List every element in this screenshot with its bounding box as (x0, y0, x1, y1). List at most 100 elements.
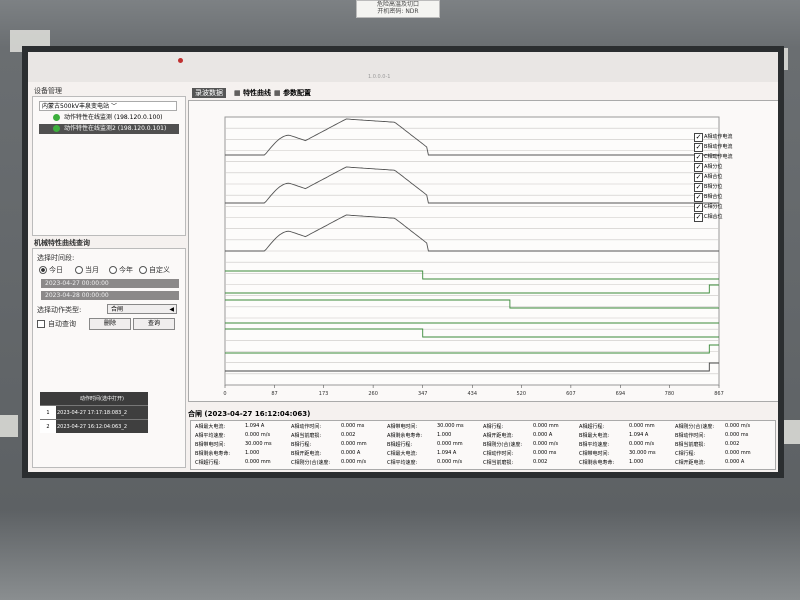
station-dropdown[interactable]: 内蒙古500kV丰泉变电站 ﹀ (39, 101, 177, 111)
x-tick-label: 260 (368, 391, 378, 397)
tape-strip (0, 415, 18, 437)
stat-label: B相当前磨损: (675, 442, 706, 448)
legend-item[interactable]: ✓ A相动作电流 (694, 132, 764, 142)
stat-value: 30.000 ms (629, 450, 656, 456)
query-panel: 选择时间段: 今日 当月 今年 自定义 2023-04-27 00:00:00 … (32, 248, 186, 468)
checkbox-icon[interactable]: ✓ (694, 183, 703, 192)
checkbox-icon[interactable]: ✓ (694, 163, 703, 172)
stat-value: 30.000 ms (437, 423, 464, 429)
table-header: 动作时间(选中打开) (56, 392, 148, 406)
legend-label: A相分位 (704, 164, 723, 170)
radio-today[interactable]: 今日 (39, 265, 63, 275)
stat-label: C相剩余电寿命: (579, 460, 615, 466)
tab-params[interactable]: ▦ 参数配置 (274, 88, 311, 98)
query-button[interactable]: 查询 (133, 318, 175, 330)
stat-value: 0.002 (725, 441, 740, 447)
stat-value: 1.000 (245, 450, 260, 456)
waveform-chart: 0 87 173 260 347 434 520 607 694 780 867 (223, 116, 724, 397)
radio-custom[interactable]: 自定义 (139, 265, 170, 275)
table-row[interactable]: 1 2023-04-27 17:17:18:083_2 (40, 405, 148, 420)
stat-value: 0.002 (533, 459, 548, 465)
stat-value: 0.000 mm (437, 441, 463, 447)
device-tree: 内蒙古500kV丰泉变电站 ﹀ 动作特性在线监测 (198.120.0.100)… (32, 96, 186, 236)
date-from-field[interactable]: 2023-04-27 00:00:00 (41, 279, 179, 288)
x-tick-label: 173 (319, 391, 329, 397)
status-online-icon (53, 125, 60, 132)
stat-value: 1.094 A (437, 450, 457, 456)
stat-value: 1.094 A (629, 432, 649, 438)
action-type-label: 选择动作类型: (37, 306, 82, 314)
stat-label: C相行程: (675, 451, 696, 457)
legend-item[interactable]: ✓ A相分位 (694, 162, 764, 172)
triangle-left-icon: ◀ (169, 306, 174, 313)
application-screen: 1.0.0.0-1 设备管理 内蒙古500kV丰泉变电站 ﹀ 动作特性在线监测 … (28, 52, 778, 472)
legend-label: C相合位 (704, 214, 723, 220)
stat-label: B相剩余电寿命: (195, 451, 231, 457)
stat-label: B相超行程: (387, 442, 413, 448)
legend-item[interactable]: ✓ C相合位 (694, 212, 764, 222)
stat-value: 0.000 mm (533, 423, 559, 429)
stat-label: A相行程: (483, 424, 504, 430)
stat-value: 0.000 m/s (533, 441, 559, 447)
stat-value: 0.000 m/s (725, 423, 751, 429)
legend-item[interactable]: ✓ C相分位 (694, 202, 764, 212)
stat-label: C相最大电流: (387, 451, 418, 457)
stat-label: C相刚分(合)速度: (291, 460, 331, 466)
legend-label: A相动作电流 (704, 134, 733, 140)
legend-item[interactable]: ✓ C相动作电流 (694, 152, 764, 162)
legend-label: B相分位 (704, 184, 723, 190)
table-row[interactable]: 2 2023-04-27 16:12:04:063_2 (40, 419, 148, 433)
stat-label: B相带电时间: (195, 442, 226, 448)
tab-waveform[interactable]: 录波数据 (192, 88, 226, 98)
stat-label: A相平均速度: (195, 433, 226, 439)
stat-label: B相平均速度: (579, 442, 610, 448)
tab-curves[interactable]: ▦ 特性曲线 (234, 88, 271, 98)
device-item-2[interactable]: 动作特性在线监测2 (198.120.0.101) (39, 124, 179, 134)
x-tick-label: 434 (468, 391, 478, 397)
checkbox-icon[interactable]: ✓ (694, 143, 703, 152)
checkbox-icon[interactable]: ✓ (694, 133, 703, 142)
stat-value: 0.000 m/s (341, 459, 367, 465)
stat-value: 0.000 m/s (629, 441, 655, 447)
time-range-label: 选择时间段: (37, 254, 75, 262)
checkbox-icon[interactable]: ✓ (694, 193, 703, 202)
legend-item[interactable]: ✓ B相合位 (694, 192, 764, 202)
left-panel: 设备管理 内蒙古500kV丰泉变电站 ﹀ 动作特性在线监测 (198.120.0… (32, 82, 186, 468)
stat-value: 0.000 A (341, 450, 361, 456)
stat-label: A相刚分(合)速度: (675, 424, 715, 430)
legend-item[interactable]: ✓ B相分位 (694, 182, 764, 192)
stat-value: 1.094 A (245, 423, 265, 429)
legend-item[interactable]: ✓ B相动作电流 (694, 142, 764, 152)
auto-query-checkbox[interactable]: 自动查询 (37, 319, 76, 329)
date-to-field[interactable]: 2023-04-28 00:00:00 (41, 291, 179, 300)
radio-month[interactable]: 当月 (75, 265, 99, 275)
legend-label: B相动作电流 (704, 144, 733, 150)
tape-strip (10, 30, 50, 52)
stat-label: B相最大电流: (579, 433, 610, 439)
device-item-1[interactable]: 动作特性在线监测 (198.120.0.100) (39, 113, 179, 123)
radio-year[interactable]: 今年 (109, 265, 133, 275)
checkbox-icon[interactable]: ✓ (694, 153, 703, 162)
stat-label: B相刚分(合)速度: (483, 442, 523, 448)
legend-label: C相动作电流 (704, 154, 733, 160)
delete-button[interactable]: 删除 (89, 318, 131, 330)
app-icon (178, 58, 183, 63)
legend-label: A相合位 (704, 174, 723, 180)
stat-value: 0.000 m/s (437, 459, 463, 465)
checkbox-icon[interactable]: ✓ (694, 173, 703, 182)
checkbox-icon[interactable]: ✓ (694, 203, 703, 212)
stat-value: 0.000 mm (341, 441, 367, 447)
legend-label: B相合位 (704, 194, 723, 200)
title-bar: 1.0.0.0-1 (28, 52, 778, 82)
x-tick-label: 867 (714, 391, 724, 397)
stat-label: A相开距电流: (483, 433, 514, 439)
stats-panel: 合闸 (2023-04-27 16:12:04:063) A相最大电流: 1.09… (184, 410, 778, 472)
stat-label: C相动作时间: (483, 451, 514, 457)
status-online-icon (53, 114, 60, 121)
checkbox-icon[interactable]: ✓ (694, 213, 703, 222)
device-panel-title: 设备管理 (34, 87, 62, 95)
action-type-select[interactable]: 合闸 ◀ (107, 304, 177, 314)
legend-item[interactable]: ✓ A相合位 (694, 172, 764, 182)
stat-value: 1.000 (437, 432, 452, 438)
stat-value: 1.000 (629, 459, 644, 465)
